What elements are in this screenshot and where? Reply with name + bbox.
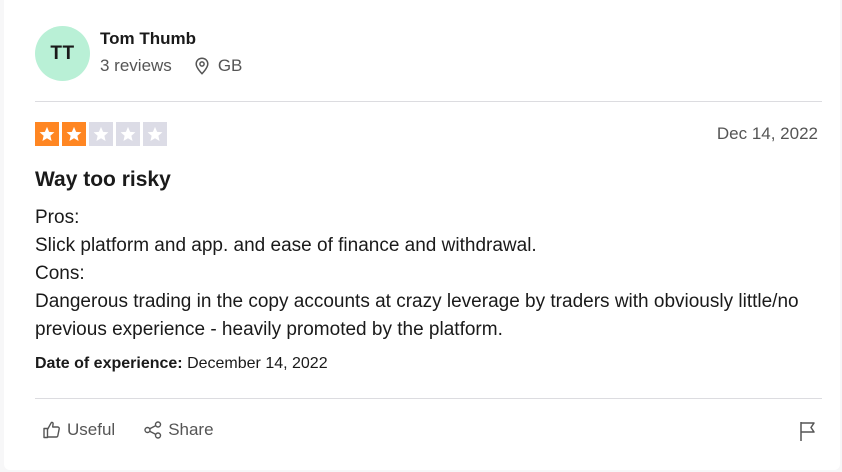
divider <box>35 101 822 102</box>
date-of-experience: Date of experience: December 14, 2022 <box>35 355 328 373</box>
thumbs-up-icon <box>43 421 60 439</box>
experience-label: Date of experience: <box>35 355 183 372</box>
country-code: GB <box>217 56 243 75</box>
review-line: Cons: <box>35 263 85 284</box>
star-icon <box>116 122 140 146</box>
reviewer-location: GB <box>194 56 243 76</box>
review-title[interactable]: Way too risky <box>35 168 171 192</box>
review-body: Pros: Slick platform and app. and ease o… <box>35 204 825 344</box>
review-line: Pros: <box>35 207 80 228</box>
star-icon <box>143 122 167 146</box>
star-icon <box>35 122 59 146</box>
reviewer-name[interactable]: Tom Thumb <box>100 29 196 49</box>
review-line: Slick platform and app. and ease of fina… <box>35 235 537 256</box>
avatar[interactable]: TT <box>35 26 90 81</box>
star-icon <box>62 122 86 146</box>
location-pin-icon <box>195 57 209 75</box>
useful-label: Useful <box>67 420 116 439</box>
review-card: TT Tom Thumb 3 reviews GB Dec 14, 2022 W… <box>4 0 840 470</box>
share-label: Share <box>168 420 214 439</box>
flag-icon <box>800 422 815 441</box>
report-button[interactable] <box>798 420 818 447</box>
star-rating <box>35 122 170 146</box>
experience-date: December 14, 2022 <box>187 355 328 372</box>
review-actions: Useful Share <box>42 420 242 440</box>
divider <box>35 398 822 399</box>
useful-button[interactable]: Useful <box>42 420 115 440</box>
review-count: 3 reviews <box>100 56 172 75</box>
star-icon <box>89 122 113 146</box>
review-date: Dec 14, 2022 <box>716 124 818 143</box>
share-button[interactable]: Share <box>143 420 214 440</box>
reviewer-meta: 3 reviews GB <box>100 56 242 76</box>
share-icon <box>144 421 162 439</box>
review-line: Dangerous trading in the copy accounts a… <box>35 291 804 340</box>
